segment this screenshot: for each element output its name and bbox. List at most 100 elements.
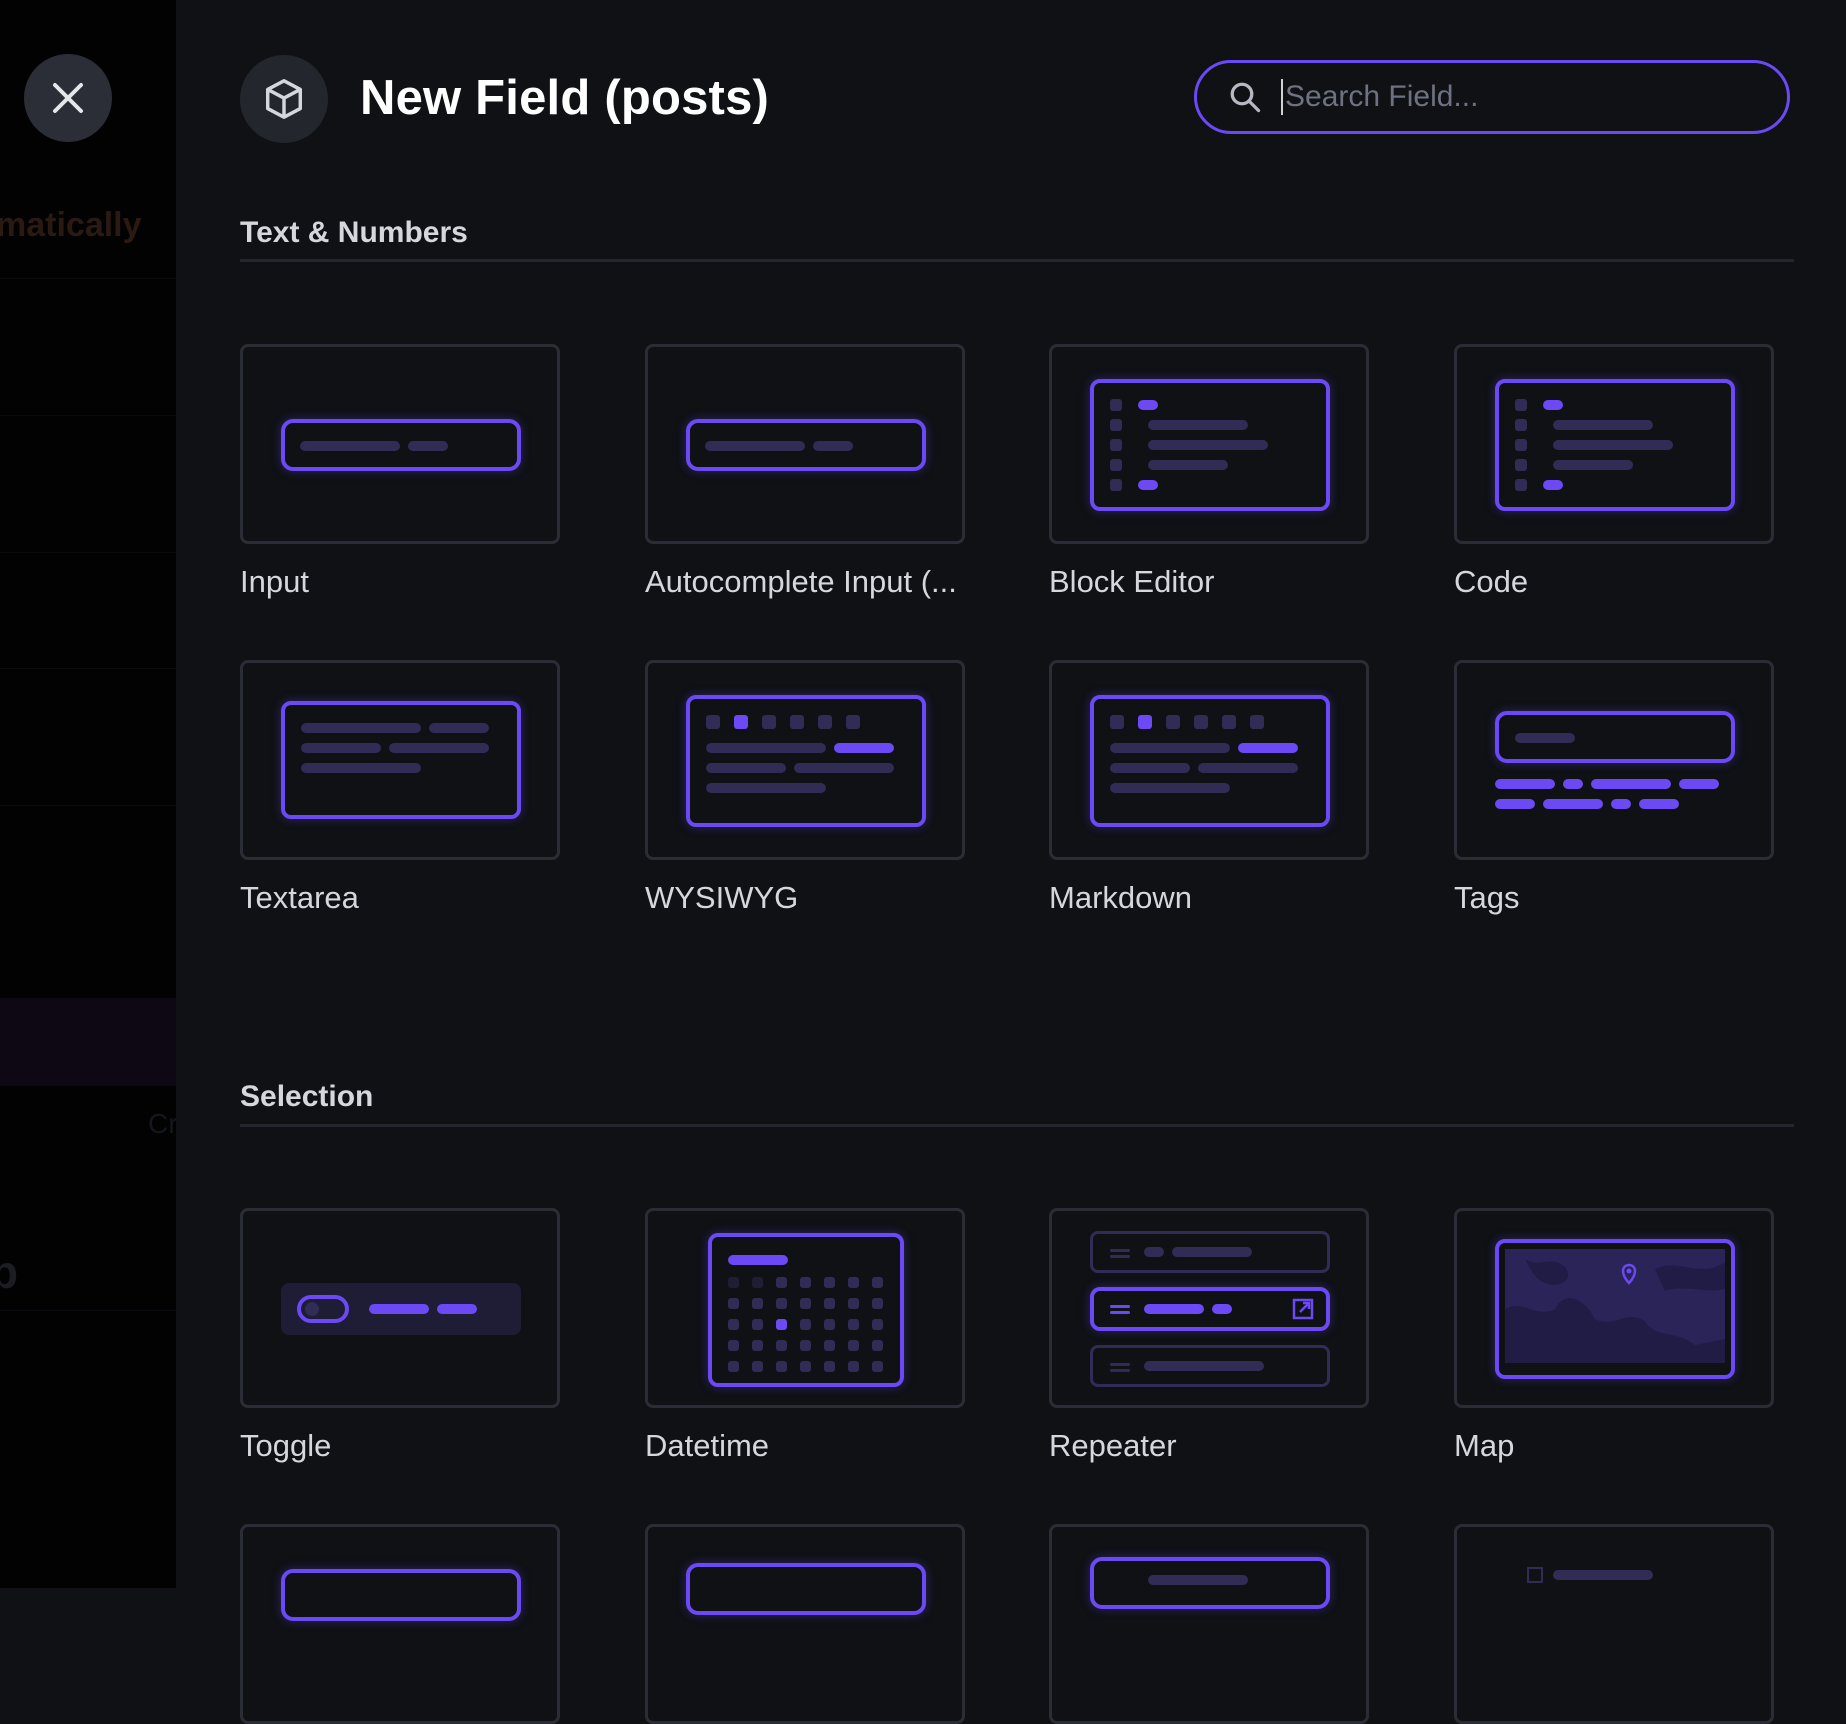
calendar-day — [776, 1340, 787, 1351]
search-field[interactable] — [1194, 60, 1790, 134]
calendar-day — [848, 1277, 859, 1288]
field-card-label: Datetime — [645, 1428, 770, 1463]
code-preview[interactable] — [1454, 344, 1774, 544]
partial-preview[interactable] — [240, 1524, 560, 1724]
field-card-partial[interactable] — [240, 1524, 560, 1724]
backdrop-highlight-row — [0, 998, 176, 1086]
calendar-day — [800, 1361, 811, 1372]
field-card-tags[interactable]: Tags — [1454, 660, 1774, 916]
calendar-day — [728, 1277, 739, 1288]
calendar-day — [824, 1277, 835, 1288]
search-input[interactable] — [1281, 79, 1767, 115]
calendar-day — [848, 1319, 859, 1330]
calendar-day — [824, 1361, 835, 1372]
field-card-block-editor[interactable]: Block Editor — [1049, 344, 1369, 600]
field-card-label: Repeater — [1049, 1428, 1177, 1463]
calendar-day — [824, 1319, 835, 1330]
calendar-day — [728, 1361, 739, 1372]
close-icon — [53, 83, 83, 113]
field-card-partial[interactable] — [1454, 1524, 1774, 1724]
close-drawer-button[interactable] — [24, 54, 112, 142]
textarea-preview[interactable] — [240, 660, 560, 860]
calendar-day — [824, 1298, 835, 1309]
wysiwyg-preview[interactable] — [645, 660, 965, 860]
backdrop-overlay[interactable]: matically Cr p — [0, 0, 176, 1588]
partial-preview[interactable] — [1454, 1524, 1774, 1724]
calendar-day — [728, 1319, 739, 1330]
field-card-markdown[interactable]: Markdown — [1049, 660, 1369, 916]
field-card-label: Code — [1454, 564, 1529, 599]
calendar-day — [848, 1298, 859, 1309]
partial-preview[interactable] — [645, 1524, 965, 1724]
field-card-autocomplete-input[interactable]: Autocomplete Input (... — [645, 344, 965, 600]
new-field-drawer: New Field (posts) Text & Numbers Input A… — [176, 0, 1846, 1724]
tags-preview[interactable] — [1454, 660, 1774, 860]
field-card-repeater[interactable]: Repeater — [1049, 1208, 1369, 1464]
calendar-day — [776, 1361, 787, 1372]
calendar-day — [872, 1361, 883, 1372]
calendar-day — [752, 1361, 763, 1372]
calendar-day — [800, 1340, 811, 1351]
calendar-day — [776, 1277, 787, 1288]
field-card-wysiwyg[interactable]: WYSIWYG — [645, 660, 965, 916]
backdrop-text: p — [0, 1246, 19, 1298]
block-editor-preview[interactable] — [1049, 344, 1369, 544]
calendar-day — [800, 1319, 811, 1330]
backdrop-divider — [0, 668, 176, 669]
calendar-day — [728, 1298, 739, 1309]
header-badge — [240, 55, 328, 143]
cube-icon — [265, 79, 303, 119]
backdrop-divider — [0, 1310, 176, 1311]
calendar-day — [872, 1340, 883, 1351]
section-title-selection: Selection — [240, 1080, 374, 1113]
search-icon — [1230, 82, 1261, 113]
backdrop-divider — [0, 278, 176, 279]
calendar-day — [848, 1340, 859, 1351]
field-card-label: Input — [240, 564, 309, 599]
calendar-day — [752, 1340, 763, 1351]
calendar-day — [872, 1277, 883, 1288]
backdrop-divider — [0, 552, 176, 553]
toggle-preview[interactable] — [240, 1208, 560, 1408]
field-card-label: Tags — [1454, 880, 1520, 915]
markdown-preview[interactable] — [1049, 660, 1369, 860]
field-card-partial[interactable] — [1049, 1524, 1369, 1724]
backdrop-text: Cr — [148, 1108, 176, 1139]
input-preview[interactable] — [240, 344, 560, 544]
field-card-input[interactable]: Input — [240, 344, 560, 600]
partial-preview[interactable] — [1049, 1524, 1369, 1724]
calendar-day — [752, 1298, 763, 1309]
field-card-label: Autocomplete Input (... — [645, 564, 957, 599]
field-card-datetime[interactable]: Datetime — [645, 1208, 965, 1464]
section-divider — [240, 259, 1794, 262]
calendar-day — [800, 1298, 811, 1309]
calendar-day — [752, 1277, 763, 1288]
repeater-preview[interactable] — [1049, 1208, 1369, 1408]
section-divider — [240, 1124, 1794, 1127]
backdrop-text: matically — [0, 206, 142, 244]
field-card-label: Markdown — [1049, 880, 1192, 915]
section-title-text-numbers: Text & Numbers — [240, 216, 468, 249]
field-card-map[interactable]: Map — [1454, 1208, 1774, 1464]
field-card-label: Toggle — [240, 1428, 332, 1463]
field-card-label: Map — [1454, 1428, 1515, 1463]
map-preview[interactable] — [1454, 1208, 1774, 1408]
backdrop-divider — [0, 415, 176, 416]
field-card-partial[interactable] — [645, 1524, 965, 1724]
calendar-day — [776, 1298, 787, 1309]
external-link-icon — [1292, 1298, 1314, 1320]
field-card-code[interactable]: Code — [1454, 344, 1774, 600]
calendar-day — [824, 1340, 835, 1351]
calendar-day — [752, 1319, 763, 1330]
calendar-day — [872, 1319, 883, 1330]
backdrop-divider — [0, 805, 176, 806]
calendar-day — [800, 1277, 811, 1288]
autocomplete-preview[interactable] — [645, 344, 965, 544]
datetime-preview[interactable] — [645, 1208, 965, 1408]
field-card-label: WYSIWYG — [645, 880, 799, 915]
calendar-day — [776, 1319, 787, 1330]
field-card-toggle[interactable]: Toggle — [240, 1208, 560, 1464]
field-card-textarea[interactable]: Textarea — [240, 660, 560, 916]
page-title: New Field (posts) — [360, 71, 770, 125]
map-illustration — [1505, 1249, 1725, 1363]
